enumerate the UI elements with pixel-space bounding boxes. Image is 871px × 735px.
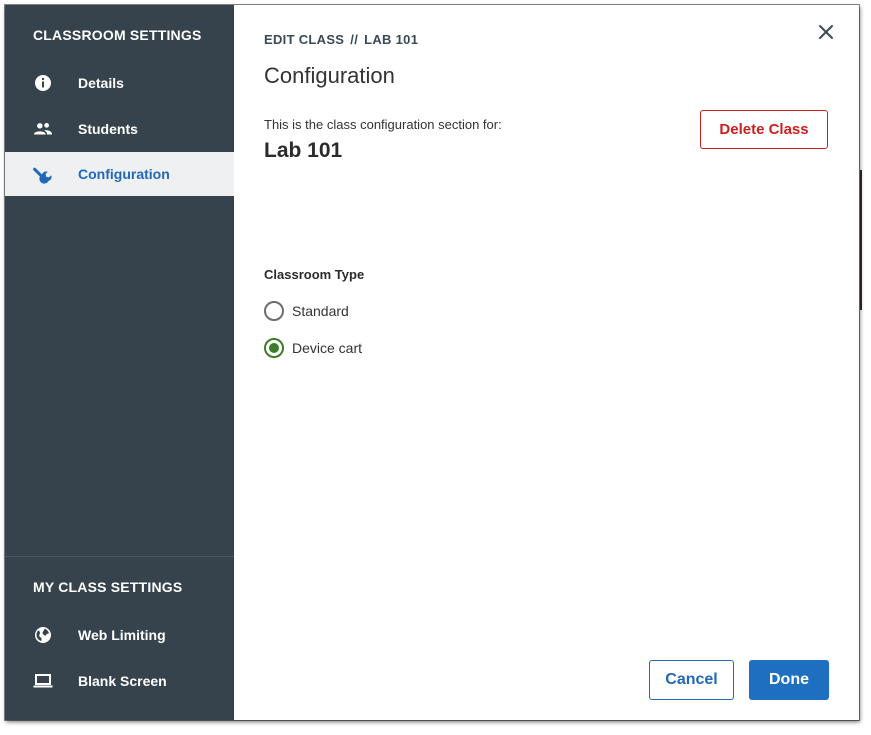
- class-name: Lab 101: [264, 139, 343, 162]
- classroom-settings-heading: CLASSROOM SETTINGS: [33, 27, 202, 43]
- sidebar-item-label: Configuration: [78, 166, 170, 182]
- people-icon: [33, 119, 53, 139]
- breadcrumb-edit-class: EDIT CLASS: [264, 32, 345, 47]
- settings-sidebar: CLASSROOM SETTINGS Details Students Conf…: [5, 5, 234, 720]
- radio-label: Standard: [292, 303, 349, 319]
- radio-option-standard[interactable]: Standard: [264, 301, 349, 321]
- delete-class-button[interactable]: Delete Class: [700, 110, 828, 149]
- radio-option-device-cart[interactable]: Device cart: [264, 338, 362, 358]
- sidebar-item-label: Details: [78, 75, 124, 91]
- done-button[interactable]: Done: [749, 660, 829, 700]
- sidebar-divider: [5, 556, 234, 557]
- close-icon: [819, 25, 833, 39]
- intro-text: This is the class configuration section …: [264, 117, 502, 132]
- breadcrumb: EDIT CLASS // LAB 101: [264, 32, 418, 47]
- sidebar-item-details[interactable]: Details: [5, 61, 234, 105]
- edit-class-dialog: CLASSROOM SETTINGS Details Students Conf…: [5, 5, 859, 720]
- sidebar-item-label: Blank Screen: [78, 673, 167, 689]
- classroom-type-heading: Classroom Type: [264, 267, 365, 282]
- sidebar-item-label: Students: [78, 121, 138, 137]
- radio-button-checked[interactable]: [264, 338, 284, 358]
- breadcrumb-class: LAB 101: [364, 32, 419, 47]
- radio-label: Device cart: [292, 340, 363, 356]
- sidebar-item-label: Web Limiting: [78, 627, 166, 643]
- info-icon: [33, 73, 53, 93]
- globe-icon: [33, 625, 53, 645]
- sidebar-item-configuration[interactable]: Configuration: [5, 152, 234, 196]
- page-title: Configuration: [264, 63, 395, 88]
- sidebar-item-students[interactable]: Students: [5, 107, 234, 151]
- close-button[interactable]: [816, 22, 836, 42]
- cancel-button[interactable]: Cancel: [649, 660, 734, 700]
- sidebar-item-blank-screen[interactable]: Blank Screen: [5, 659, 234, 703]
- radio-button-unchecked[interactable]: [264, 301, 284, 321]
- sidebar-item-web-limiting[interactable]: Web Limiting: [5, 613, 234, 657]
- configuration-panel: EDIT CLASS // LAB 101 Configuration This i…: [234, 5, 859, 720]
- my-class-settings-heading: MY CLASS SETTINGS: [33, 579, 183, 595]
- breadcrumb-separator: //: [350, 32, 359, 47]
- wrench-icon: [33, 164, 53, 184]
- laptop-icon: [33, 671, 53, 691]
